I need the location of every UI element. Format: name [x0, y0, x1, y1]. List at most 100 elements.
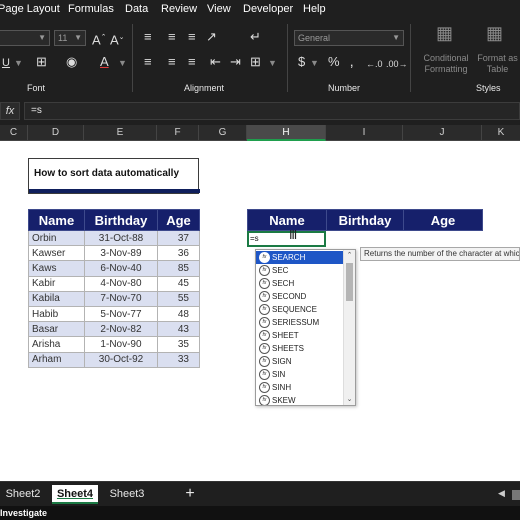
align-left-icon[interactable]: ≡ — [144, 55, 152, 69]
wrap-text-icon[interactable]: ↵ — [250, 30, 261, 44]
menu-review[interactable]: Review — [161, 3, 197, 15]
increase-indent-icon[interactable]: ⇥ — [230, 55, 241, 69]
column-header-e[interactable]: E — [84, 125, 157, 141]
font-name-box[interactable]: ▼ — [0, 30, 50, 46]
fill-color-icon[interactable]: ◉ — [66, 55, 77, 69]
cell-age[interactable]: 45 — [157, 275, 200, 292]
menu-view[interactable]: View — [207, 3, 231, 15]
cell-name[interactable]: Arisha — [28, 336, 85, 353]
cell-birthday[interactable]: 31-Oct-88 — [84, 229, 158, 247]
column-header-d[interactable]: D — [28, 125, 84, 141]
menu-developer[interactable]: Developer — [243, 3, 293, 15]
conditional-formatting-icon[interactable]: ▦ — [436, 24, 453, 42]
chevron-left-icon[interactable]: ◀ — [498, 488, 505, 499]
target-header-birthday[interactable]: Birthday — [326, 209, 404, 231]
cell-age[interactable]: 43 — [157, 321, 200, 338]
format-as-table-button[interactable]: Format as Table — [475, 53, 520, 75]
format-as-table-icon[interactable]: ▦ — [486, 24, 503, 42]
autocomplete-item[interactable]: fx SHEETS — [256, 342, 345, 355]
cell-age[interactable]: 35 — [157, 336, 200, 353]
decrease-decimal-icon[interactable]: .00→ — [386, 57, 408, 71]
autocomplete-item[interactable]: fx SKEW — [256, 394, 345, 405]
orientation-icon[interactable]: ↗ — [206, 30, 217, 44]
cell-name[interactable]: Kabila — [28, 290, 85, 307]
function-icon[interactable]: fx — [0, 102, 20, 120]
align-right-icon[interactable]: ≡ — [188, 55, 196, 69]
increase-decimal-icon[interactable]: ←.0 — [366, 57, 383, 71]
column-header-g[interactable]: G — [199, 125, 247, 141]
cell-name[interactable]: Kaws — [28, 260, 85, 277]
cell-name[interactable]: Orbin — [28, 229, 85, 247]
menu-help[interactable]: Help — [303, 3, 326, 15]
cell-birthday[interactable]: 6-Nov-40 — [84, 260, 158, 277]
font-color-icon[interactable]: A — [100, 55, 109, 69]
cell-birthday[interactable]: 2-Nov-82 — [84, 321, 158, 338]
cell-birthday[interactable]: 7-Nov-70 — [84, 290, 158, 307]
align-middle-icon[interactable]: ≡ — [168, 30, 176, 44]
chevron-down-icon[interactable]: ▼ — [310, 56, 319, 70]
autocomplete-item[interactable]: fx SEARCH — [256, 251, 345, 264]
autocomplete-item[interactable]: fx SIN — [256, 368, 345, 381]
cell-age[interactable]: 33 — [157, 351, 200, 368]
cell-name[interactable]: Kawser — [28, 245, 85, 262]
autocomplete-item[interactable]: fx SHEET — [256, 329, 345, 342]
number-format-box[interactable]: General ▼ — [294, 30, 404, 46]
font-size-box[interactable]: 11 ▼ — [54, 30, 86, 46]
tab-sheet2[interactable]: Sheet2 — [0, 485, 46, 504]
autocomplete-item[interactable]: fx SERIESSUM — [256, 316, 345, 329]
column-header-c[interactable]: C — [0, 125, 28, 141]
underline-icon[interactable]: U — [2, 56, 10, 70]
cell-name[interactable]: Basar — [28, 321, 85, 338]
chevron-down-icon[interactable]: ▼ — [14, 56, 23, 70]
chevron-down-icon[interactable]: ▼ — [118, 56, 127, 70]
conditional-formatting-button[interactable]: Conditional Formatting — [420, 53, 472, 75]
menu-data[interactable]: Data — [125, 3, 148, 15]
header-name[interactable]: Name — [28, 209, 85, 231]
chevron-down-icon[interactable]: ▼ — [268, 56, 277, 70]
scrollbar-thumb[interactable] — [346, 263, 353, 301]
cell-birthday[interactable]: 30-Oct-92 — [84, 351, 158, 368]
percent-icon[interactable]: % — [328, 55, 340, 69]
currency-icon[interactable]: $ — [298, 55, 305, 69]
autocomplete-item[interactable]: fx SECOND — [256, 290, 345, 303]
formula-autocomplete-list[interactable]: fx SEARCH fx SEC fx SECH fx SECOND fx SEQUENC… — [255, 249, 356, 406]
tab-sheet4[interactable]: Sheet4 — [52, 485, 98, 504]
autocomplete-item[interactable]: fx SEC — [256, 264, 345, 277]
active-cell[interactable]: =s — [247, 231, 326, 247]
cell-birthday[interactable]: 1-Nov-90 — [84, 336, 158, 353]
comma-style-icon[interactable]: ‚ — [350, 54, 353, 69]
autocomplete-item[interactable]: fx SIGN — [256, 355, 345, 368]
grow-font-icon[interactable]: A⌃ — [92, 31, 107, 47]
chevron-down-icon[interactable]: ⌄ — [344, 394, 355, 405]
add-sheet-button[interactable]: + — [183, 484, 197, 504]
align-bottom-icon[interactable]: ≡ — [188, 30, 196, 44]
align-top-icon[interactable]: ≡ — [144, 30, 152, 44]
column-header-i[interactable]: I — [326, 125, 403, 141]
header-age[interactable]: Age — [157, 209, 200, 231]
align-center-icon[interactable]: ≡ — [168, 55, 176, 69]
cell-age[interactable]: 55 — [157, 290, 200, 307]
worksheet-grid[interactable]: How to sort data automatically Name Birt… — [0, 141, 520, 481]
cell-age[interactable]: 85 — [157, 260, 200, 277]
cell-name[interactable]: Arham — [28, 351, 85, 368]
horizontal-scrollbar[interactable] — [512, 490, 520, 500]
tab-sheet3[interactable]: Sheet3 — [104, 485, 150, 504]
borders-icon[interactable]: ⊞ — [36, 55, 47, 69]
shrink-font-icon[interactable]: A⌄ — [110, 31, 125, 47]
merge-center-icon[interactable]: ⊞ — [250, 55, 261, 69]
menu-formulas[interactable]: Formulas — [68, 3, 114, 15]
autocomplete-item[interactable]: fx SEQUENCE — [256, 303, 345, 316]
column-header-h[interactable]: H — [247, 125, 326, 141]
target-header-name[interactable]: Name — [247, 209, 327, 231]
cell-birthday[interactable]: 5-Nov-77 — [84, 305, 158, 323]
cell-birthday[interactable]: 3-Nov-89 — [84, 245, 158, 262]
cell-name[interactable]: Kabir — [28, 275, 85, 292]
autocomplete-item[interactable]: fx SINH — [256, 381, 345, 394]
cell-age[interactable]: 48 — [157, 305, 200, 323]
cell-age[interactable]: 36 — [157, 245, 200, 262]
chevron-up-icon[interactable]: ⌃ — [344, 250, 355, 261]
autocomplete-item[interactable]: fx SECH — [256, 277, 345, 290]
cell-name[interactable]: Habib — [28, 305, 85, 323]
header-birthday[interactable]: Birthday — [84, 209, 158, 231]
target-header-age[interactable]: Age — [403, 209, 483, 231]
